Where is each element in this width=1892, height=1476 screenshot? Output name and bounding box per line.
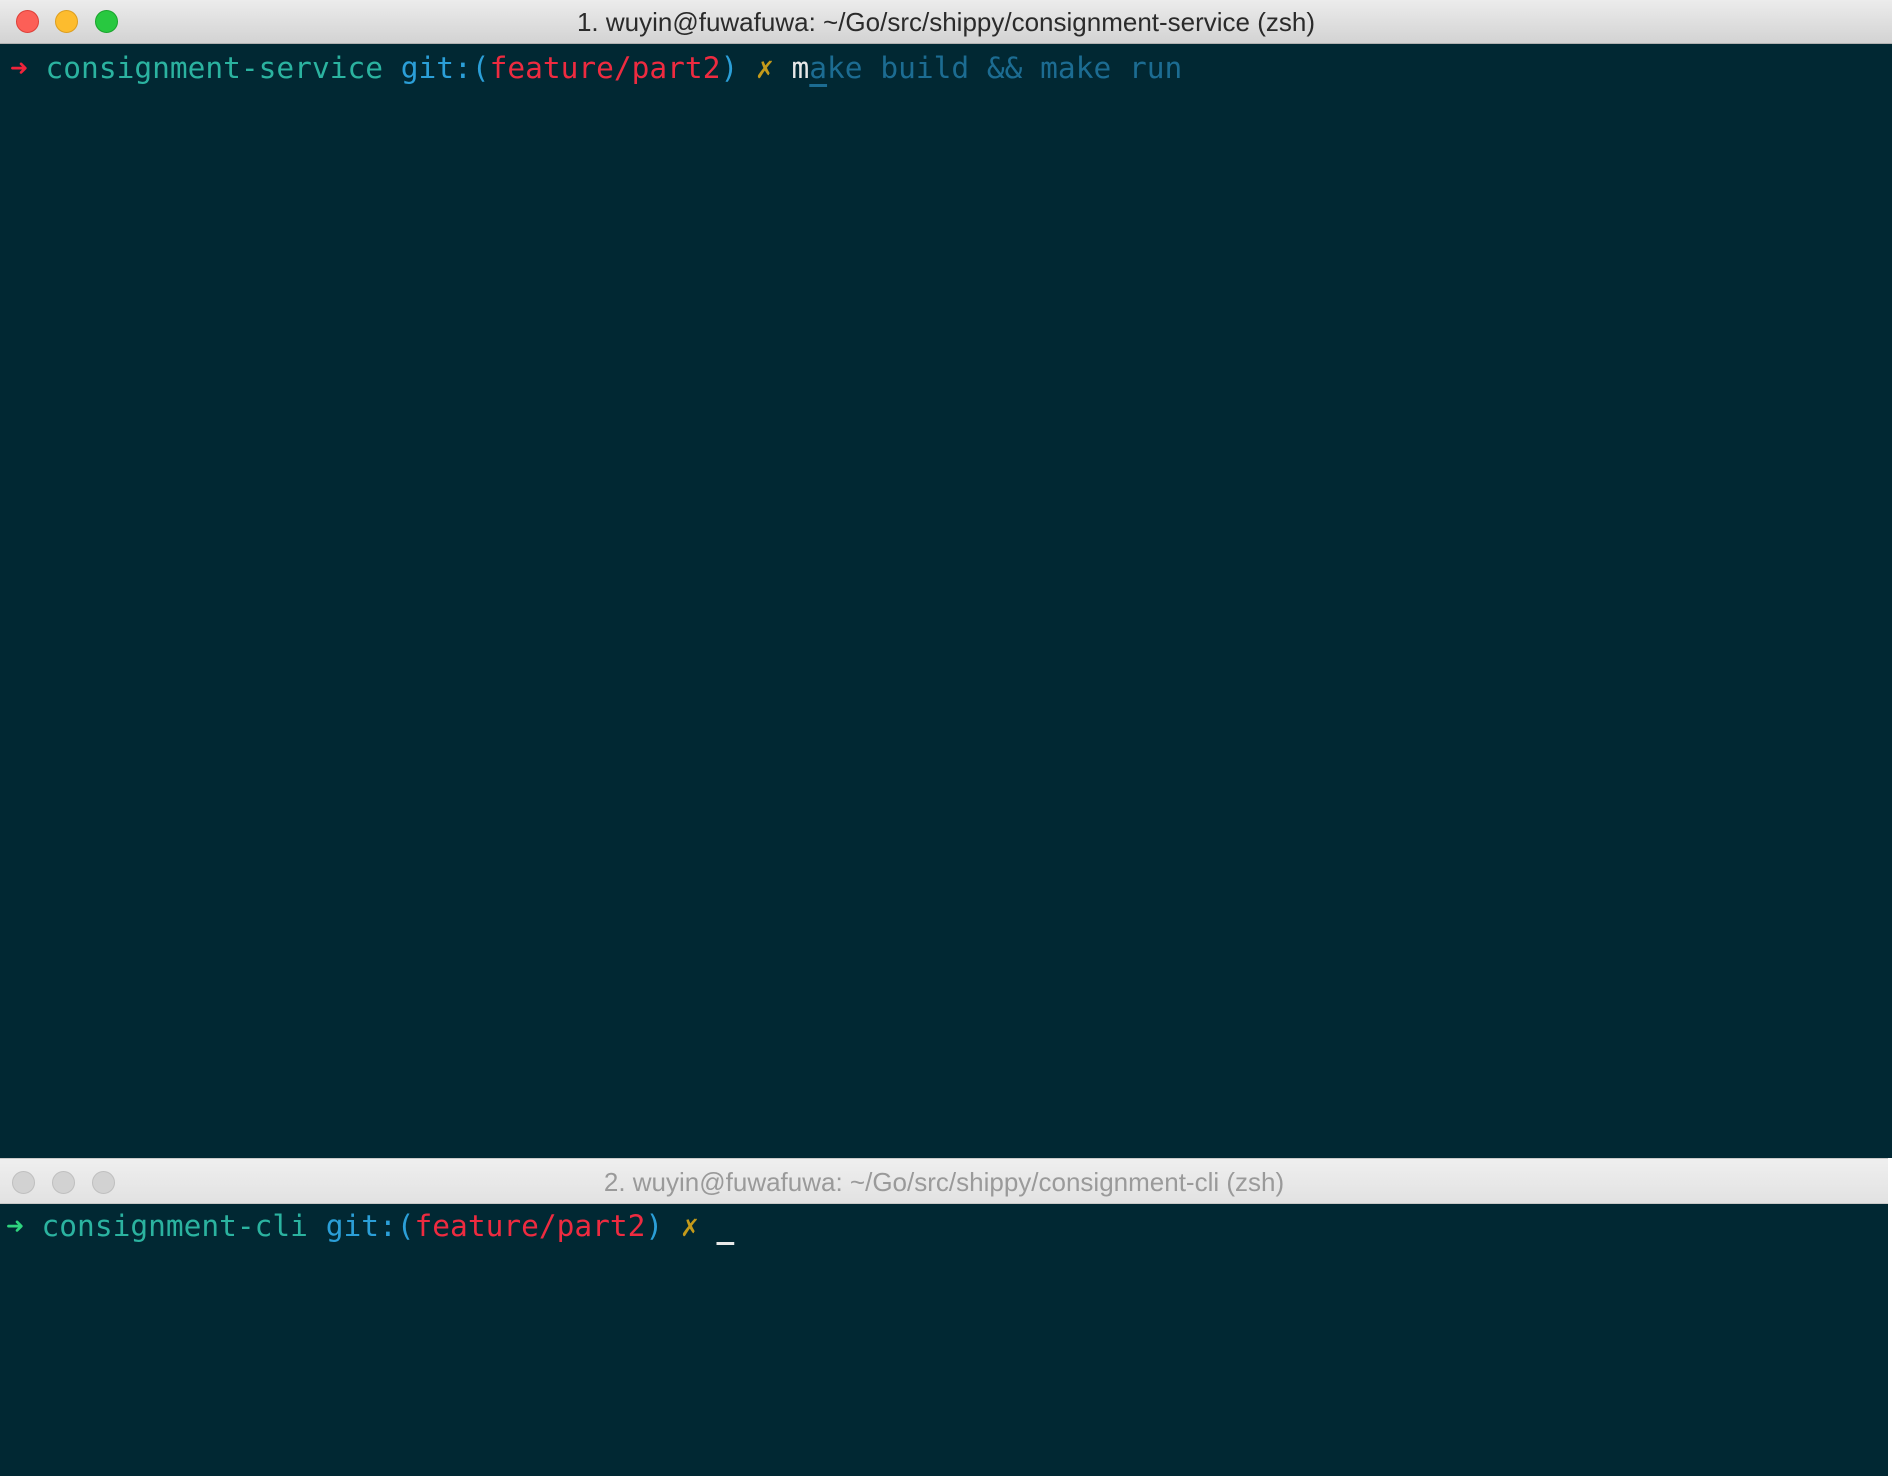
git-label-close: ) xyxy=(720,51,739,85)
title-bar[interactable]: 2. wuyin@fuwafuwa: ~/Go/src/shippy/consi… xyxy=(0,1158,1888,1204)
window-title: 2. wuyin@fuwafuwa: ~/Go/src/shippy/consi… xyxy=(603,1167,1285,1197)
text-cursor[interactable] xyxy=(716,1209,734,1243)
prompt-line[interactable]: ➜ consignment-service git:(feature/part2… xyxy=(10,48,1182,88)
git-branch: feature/part2 xyxy=(489,51,721,85)
git-label-close: ) xyxy=(645,1209,664,1243)
dirty-marker-icon: ✗ xyxy=(755,51,774,85)
terminal-window-1[interactable]: 1. wuyin@fuwafuwa: ~/Go/src/shippy/consi… xyxy=(0,0,1892,1158)
dirty-marker-icon: ✗ xyxy=(680,1209,699,1243)
current-directory: consignment-cli xyxy=(41,1209,308,1243)
git-label: git:( xyxy=(400,51,490,85)
prompt-line[interactable]: ➜ consignment-cli git:(feature/part2) ✗ xyxy=(6,1206,734,1246)
command-input[interactable]: m xyxy=(792,51,810,85)
current-directory: consignment-service xyxy=(45,51,383,85)
prompt-arrow-icon: ➜ xyxy=(6,1209,24,1243)
text-cursor: a xyxy=(809,51,828,85)
autosuggestion: ke build && make run xyxy=(827,51,1183,85)
prompt-arrow-icon: ➜ xyxy=(10,51,28,85)
title-bar[interactable]: 1. wuyin@fuwafuwa: ~/Go/src/shippy/consi… xyxy=(0,0,1892,44)
git-branch: feature/part2 xyxy=(414,1209,646,1243)
window-title: 1. wuyin@fuwafuwa: ~/Go/src/shippy/consi… xyxy=(576,7,1316,37)
terminal-window-2[interactable]: 2. wuyin@fuwafuwa: ~/Go/src/shippy/consi… xyxy=(0,1158,1888,1476)
git-label: git:( xyxy=(325,1209,415,1243)
